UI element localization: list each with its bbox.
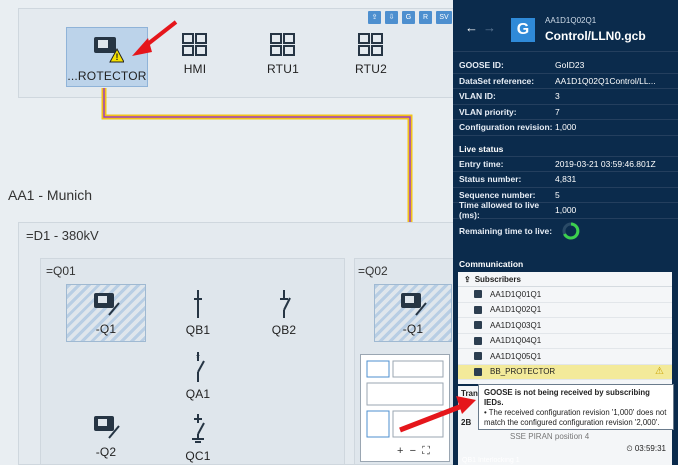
annotation-arrow-2 (399, 403, 463, 433)
annotation-arrows (132, 20, 476, 433)
annotation-arrow-head-2 (456, 396, 476, 414)
